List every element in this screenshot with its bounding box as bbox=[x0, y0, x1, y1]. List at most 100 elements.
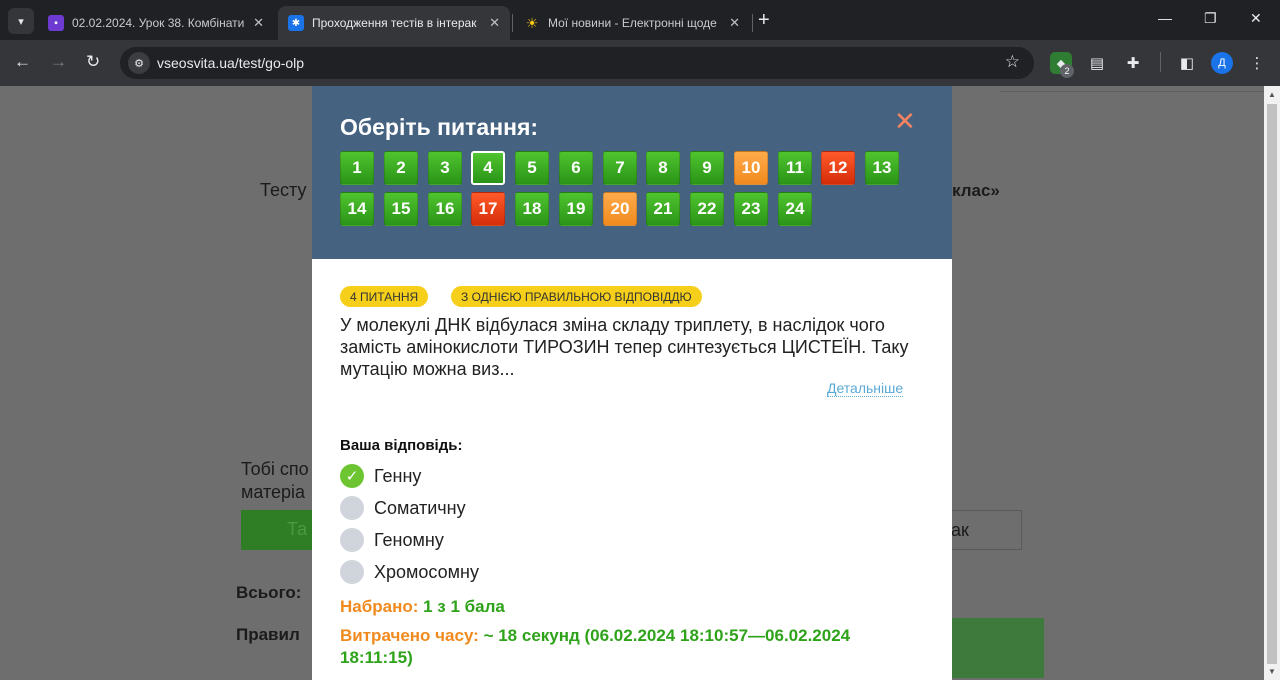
close-tab-icon[interactable]: ✕ bbox=[253, 15, 264, 31]
question-button-12[interactable]: 12 bbox=[821, 151, 855, 185]
question-type-tag: З ОДНІЄЮ ПРАВИЛЬНОЮ ВІДПОВІДДЮ bbox=[451, 286, 702, 307]
question-number-tag: 4 ПИТАННЯ bbox=[340, 286, 429, 307]
bg-left-button: Та bbox=[241, 510, 321, 550]
side-panel-icon[interactable]: ◧ bbox=[1176, 52, 1198, 74]
question-text: У молекулі ДНК відбулася зміна складу тр… bbox=[340, 315, 909, 379]
radio-circle-icon bbox=[340, 528, 364, 552]
question-button-5[interactable]: 5 bbox=[515, 151, 549, 185]
question-button-23[interactable]: 23 bbox=[734, 192, 768, 226]
radio-circle-icon bbox=[340, 496, 364, 520]
back-arrow-icon[interactable]: ← bbox=[14, 52, 31, 72]
more-details-link[interactable]: Детальніше bbox=[827, 380, 904, 397]
question-button-14[interactable]: 14 bbox=[340, 192, 374, 226]
close-tab-icon[interactable]: ✕ bbox=[729, 15, 740, 31]
extension-badge: 2 bbox=[1060, 64, 1074, 78]
score-label: Набрано: bbox=[340, 597, 419, 616]
page-scrollbar[interactable]: ▲ ▼ bbox=[1264, 86, 1280, 680]
your-answer-label: Ваша відповідь: bbox=[340, 437, 463, 454]
browser-tab-3[interactable]: ☀ Мої новини - Електронні щоде ✕ bbox=[514, 6, 750, 40]
answer-option: Соматичну bbox=[340, 495, 466, 521]
check-icon: ✓ bbox=[340, 464, 364, 488]
question-picker-modal: Оберіть питання: ✕ 1 2 3 4 5 6 7 8 9 10 11 12 13 14 15… bbox=[312, 86, 952, 680]
radio-circle-icon bbox=[340, 560, 364, 584]
question-button-9[interactable]: 9 bbox=[690, 151, 724, 185]
bg-para-line1: Тобі спо bbox=[241, 459, 309, 479]
modal-title: Оберіть питання: bbox=[340, 114, 539, 140]
restore-icon[interactable]: ❐ bbox=[1204, 10, 1217, 27]
question-button-22[interactable]: 22 bbox=[690, 192, 724, 226]
close-tab-icon[interactable]: ✕ bbox=[489, 15, 500, 31]
question-button-18[interactable]: 18 bbox=[515, 192, 549, 226]
close-icon[interactable]: ✕ bbox=[894, 108, 916, 134]
time-label: Витрачено часу: bbox=[340, 626, 479, 645]
question-button-1[interactable]: 1 bbox=[340, 151, 374, 185]
question-button-8[interactable]: 8 bbox=[646, 151, 680, 185]
browser-tab-1[interactable]: ▪ 02.02.2024. Урок 38. Комбінати ✕ bbox=[38, 6, 274, 40]
answer-option-label: Геномну bbox=[374, 529, 444, 550]
lightbulb-favicon-icon: ☀ bbox=[525, 14, 539, 31]
toolbar-divider bbox=[1160, 52, 1161, 72]
chevron-down-icon: ▾ bbox=[18, 15, 24, 28]
question-button-3[interactable]: 3 bbox=[428, 151, 462, 185]
vseosvita-favicon-icon: ✱ bbox=[288, 15, 304, 31]
answer-option: ✓ Генну bbox=[340, 463, 421, 489]
answer-option-label: Хромосомну bbox=[374, 561, 479, 582]
answer-option: Хромосомну bbox=[340, 559, 479, 585]
extensions-puzzle-icon[interactable]: ✚ bbox=[1122, 52, 1144, 74]
browser-tab-2[interactable]: ✱ Проходження тестів в інтерак ✕ bbox=[278, 6, 510, 40]
score-line: Набрано: 1 з 1 бала bbox=[340, 597, 505, 617]
bookmark-star-icon[interactable]: ☆ bbox=[1005, 52, 1020, 72]
question-button-11[interactable]: 11 bbox=[778, 151, 812, 185]
scroll-down-icon[interactable]: ▼ bbox=[1268, 667, 1276, 676]
bg-para-line2: матеріа bbox=[241, 482, 306, 502]
tab-title: Мої новини - Електронні щоде bbox=[548, 16, 717, 30]
modal-header: Оберіть питання: ✕ 1 2 3 4 5 6 7 8 9 10 11 12 13 14 15… bbox=[312, 86, 952, 259]
bg-heading-start: Тесту bbox=[260, 180, 307, 200]
scroll-thumb[interactable] bbox=[1267, 104, 1277, 664]
tab-divider bbox=[512, 14, 513, 32]
bg-correct-label: Правил bbox=[236, 625, 300, 644]
question-button-13[interactable]: 13 bbox=[865, 151, 899, 185]
question-button-4[interactable]: 4 bbox=[471, 151, 505, 185]
bg-total-label: Всього: bbox=[236, 583, 302, 602]
answer-option-label: Соматичну bbox=[374, 497, 466, 518]
tab-search-button[interactable]: ▾ bbox=[8, 8, 34, 34]
tab-divider bbox=[752, 14, 753, 32]
profile-avatar[interactable]: Д bbox=[1211, 52, 1233, 74]
reload-icon[interactable]: ↻ bbox=[86, 52, 100, 72]
forward-arrow-icon[interactable]: → bbox=[50, 52, 67, 72]
bg-heading-end: клас» bbox=[952, 181, 1000, 200]
bg-topbar bbox=[1000, 86, 1264, 92]
answer-option: Геномну bbox=[340, 527, 444, 553]
tab-title: Проходження тестів в інтерак bbox=[312, 16, 477, 30]
question-button-24[interactable]: 24 bbox=[778, 192, 812, 226]
scroll-up-icon[interactable]: ▲ bbox=[1268, 90, 1276, 99]
question-button-20[interactable]: 20 bbox=[603, 192, 637, 226]
minimize-icon[interactable]: — bbox=[1158, 10, 1172, 26]
question-button-7[interactable]: 7 bbox=[603, 151, 637, 185]
site-settings-icon[interactable]: ⚙ bbox=[128, 52, 150, 74]
question-button-17[interactable]: 17 bbox=[471, 192, 505, 226]
extension-printer-icon[interactable]: ▤ bbox=[1086, 52, 1108, 74]
question-button-2[interactable]: 2 bbox=[384, 151, 418, 185]
bg-green-bar bbox=[952, 618, 1044, 678]
question-button-21[interactable]: 21 bbox=[646, 192, 680, 226]
kebab-menu-icon[interactable]: ⋮ bbox=[1246, 52, 1268, 74]
question-button-16[interactable]: 16 bbox=[428, 192, 462, 226]
question-button-15[interactable]: 15 bbox=[384, 192, 418, 226]
url-text[interactable]: vseosvita.ua/test/go-olp bbox=[157, 55, 304, 71]
time-spent-line: Витрачено часу: ~ 18 секунд (06.02.2024 … bbox=[340, 625, 900, 669]
question-button-19[interactable]: 19 bbox=[559, 192, 593, 226]
tab-title: 02.02.2024. Урок 38. Комбінати bbox=[72, 16, 245, 30]
score-value: 1 з 1 бала bbox=[423, 597, 505, 616]
question-button-6[interactable]: 6 bbox=[559, 151, 593, 185]
tab-strip: ▾ ▪ 02.02.2024. Урок 38. Комбінати ✕ ✱ П… bbox=[0, 0, 1280, 40]
new-tab-button[interactable]: + bbox=[758, 10, 770, 30]
browser-toolbar: ← → ↻ ⚙ vseosvita.ua/test/go-olp ☆ ◆ ▤ ✚… bbox=[0, 40, 1280, 86]
classroom-favicon-icon: ▪ bbox=[48, 15, 64, 31]
question-button-10[interactable]: 10 bbox=[734, 151, 768, 185]
bg-right-button: ак bbox=[940, 510, 1022, 550]
close-window-icon[interactable]: ✕ bbox=[1250, 10, 1262, 27]
answer-option-label: Генну bbox=[374, 465, 422, 486]
address-bar[interactable]: ⚙ vseosvita.ua/test/go-olp ☆ bbox=[120, 47, 1034, 79]
